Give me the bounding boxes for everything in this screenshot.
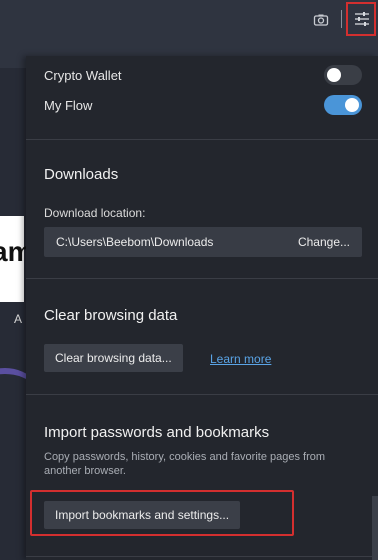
crypto-wallet-label: Crypto Wallet <box>44 68 122 83</box>
highlight-annotation <box>30 490 294 536</box>
download-location-field: C:\Users\Beebom\Downloads Change... <box>44 227 362 257</box>
download-location-label: Download location: <box>44 206 146 220</box>
easy-setup-panel: Crypto Wallet My Flow Downloads Download… <box>26 56 378 560</box>
section-divider <box>26 394 378 395</box>
my-flow-toggle[interactable] <box>324 95 362 115</box>
crypto-wallet-toggle[interactable] <box>324 65 362 85</box>
change-download-location-button[interactable]: Change... <box>298 235 350 249</box>
toolbar-divider <box>341 10 342 28</box>
camera-icon[interactable] <box>313 12 329 28</box>
toggle-knob <box>345 98 359 112</box>
easy-setup-button[interactable] <box>346 2 376 36</box>
import-title: Import passwords and bookmarks <box>44 424 270 441</box>
clear-browsing-data-title: Clear browsing data <box>44 307 178 324</box>
downloads-title: Downloads <box>44 166 119 183</box>
speed-dial-caption: A <box>14 312 23 326</box>
panel-scrollbar[interactable] <box>372 496 378 560</box>
sliders-icon <box>355 12 369 26</box>
toggle-knob <box>327 68 341 82</box>
learn-more-link[interactable]: Learn more <box>210 352 271 366</box>
download-path-value: C:\Users\Beebom\Downloads <box>56 235 214 249</box>
import-description: Copy passwords, history, cookies and fav… <box>44 451 326 477</box>
section-divider <box>26 556 378 557</box>
clear-browsing-data-button[interactable]: Clear browsing data... <box>44 344 183 372</box>
my-flow-label: My Flow <box>44 98 93 113</box>
speed-dial-tile[interactable]: am <box>0 216 30 302</box>
section-divider <box>26 139 378 140</box>
section-divider <box>26 278 378 279</box>
